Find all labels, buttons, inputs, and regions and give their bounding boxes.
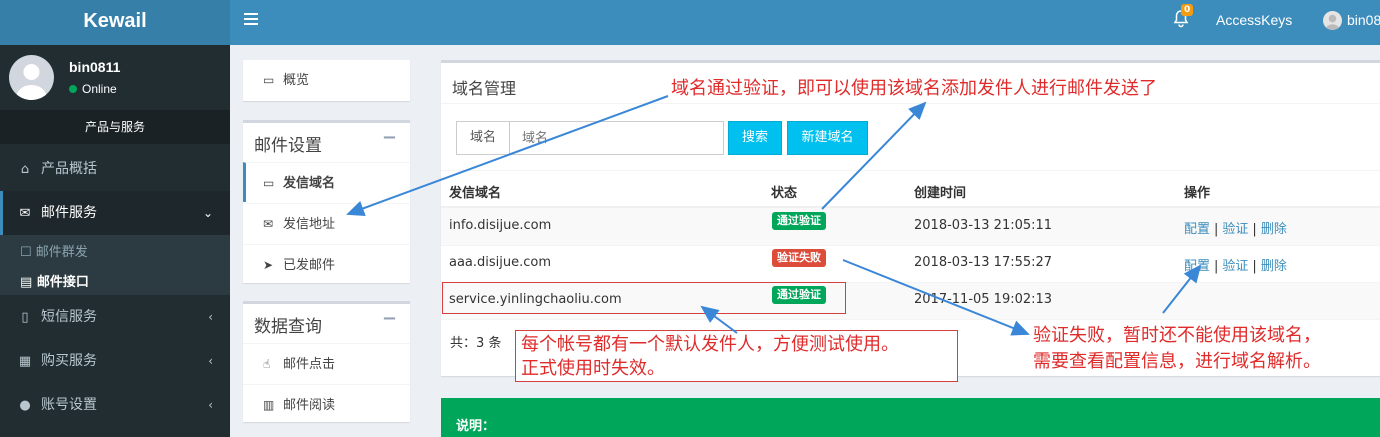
configure-link[interactable]: 配置 (1184, 222, 1210, 237)
envelope-icon: ✉ (263, 217, 274, 231)
column-header-status: 状态 (771, 186, 798, 201)
divider (441, 170, 1380, 171)
sidebar-section-header: 产品与服务 (0, 110, 230, 144)
data-query-title: 数据查询 (254, 317, 322, 337)
delete-link[interactable]: 删除 (1261, 259, 1287, 274)
online-dot-icon (69, 85, 77, 93)
brand-logo[interactable]: Kewail (0, 0, 230, 45)
delete-link[interactable]: 删除 (1261, 222, 1287, 237)
created-cell: 2017-11-05 19:02:13 (914, 292, 1053, 307)
annotation-default-sender-1: 每个帐号都有一个默认发件人，方便测试使用。 (521, 334, 899, 355)
annotation-verified: 域名通过验证，即可以使用该域名添加发件人进行邮件发送了 (671, 78, 1157, 99)
annotation-failed-1: 验证失败，暂时还不能使用该域名， (1033, 325, 1321, 346)
sidebar-subitem-mail-api[interactable]: ▤ 邮件接口 (20, 271, 89, 290)
avatar (9, 55, 54, 100)
sidebar-subitem-bulk-mail[interactable]: ☐ 邮件群发 (20, 241, 88, 260)
search-button[interactable]: 搜索 (728, 121, 782, 155)
column-header-actions: 操作 (1184, 186, 1211, 201)
map-icon: ▥ (263, 398, 275, 412)
sidebar-item-overview[interactable]: ⌂ 产品概括 (0, 147, 230, 191)
actions-cell: 配置 | 验证 | 删除 (1184, 222, 1287, 237)
created-cell: 2018-03-13 21:05:11 (914, 218, 1053, 233)
nav-mail-clicks[interactable]: ☝ 邮件点击 (243, 343, 410, 383)
domain-cell: aaa.disijue.com (449, 255, 552, 270)
nav-overview[interactable]: ▭ 概览 (243, 60, 410, 100)
actions-cell: 配置 | 验证 | 删除 (1184, 259, 1287, 274)
data-query-box: 数据查询 − ☝ 邮件点击 ▥ 邮件阅读 (243, 301, 410, 422)
divider (441, 245, 1380, 246)
mail-settings-title: 邮件设置 (254, 136, 322, 156)
mobile-icon: ▯ (21, 310, 29, 325)
domain-cell: info.disijue.com (449, 218, 552, 233)
top-navbar: 0 AccessKeys bin0811 (230, 0, 1380, 45)
nav-sent-mail[interactable]: ➤ 已发邮件 (243, 244, 410, 284)
envelope-icon: ✉ (19, 206, 31, 221)
status-badge: 通过验证 (772, 212, 826, 230)
chevron-left-icon: ‹ (208, 310, 213, 324)
home-icon: ⌂ (20, 162, 30, 177)
chevron-left-icon: ‹ (208, 398, 213, 412)
note-box: 说明： (441, 398, 1380, 437)
paper-plane-icon: ➤ (263, 258, 274, 272)
pointer-hand-icon: ☝ (263, 357, 271, 371)
nav-sender-address[interactable]: ✉ 发信地址 (243, 203, 410, 243)
collapse-icon[interactable]: − (382, 308, 397, 329)
user-name: bin0811 (69, 59, 121, 75)
total-count: 共：3 条 (450, 336, 502, 351)
sidebar-item-purchase[interactable]: ▦ 购买服务 ‹ (0, 339, 230, 383)
chevron-left-icon: ‹ (208, 354, 213, 368)
note-title: 说明： (456, 419, 496, 434)
annotation-default-sender-2: 正式使用时失效。 (521, 358, 665, 379)
highlight-box (442, 282, 846, 314)
grid-icon: ▦ (18, 354, 32, 369)
domain-search-input[interactable] (509, 121, 724, 155)
sidebar-submenu: ☐ 邮件群发 ▤ 邮件接口 (0, 235, 230, 295)
sidebar-item-mail-service[interactable]: ✉ 邮件服务 ⌄ (0, 191, 230, 235)
square-icon: ☐ (20, 245, 32, 260)
user-avatar-small[interactable] (1323, 11, 1342, 30)
new-domain-button[interactable]: 新建域名 (787, 121, 868, 155)
inbox-icon: ▭ (263, 176, 275, 190)
nav-sender-domain[interactable]: ▭ 发信域名 (243, 162, 410, 202)
menu-toggle-icon[interactable] (244, 13, 258, 27)
divider (441, 319, 1380, 320)
column-header-created: 创建时间 (914, 186, 967, 201)
divider (441, 103, 1380, 104)
column-header-domain: 发信域名 (449, 186, 502, 201)
verify-link[interactable]: 验证 (1222, 259, 1248, 274)
collapse-icon[interactable]: − (382, 127, 397, 148)
user-status: Online (69, 82, 117, 96)
inbox-icon: ▭ (263, 73, 275, 87)
overview-box: ▭ 概览 (243, 60, 410, 101)
list-icon: ▤ (20, 275, 33, 290)
accesskeys-link[interactable]: AccessKeys (1216, 12, 1292, 28)
configure-link[interactable]: 配置 (1184, 259, 1210, 274)
chevron-down-icon: ⌄ (202, 206, 213, 220)
user-icon: ● (19, 398, 31, 413)
created-cell: 2018-03-13 17:55:27 (914, 255, 1053, 270)
nav-mail-reads[interactable]: ▥ 邮件阅读 (243, 384, 410, 424)
top-user-name[interactable]: bin0811 (1347, 12, 1380, 28)
search-label: 域名 (456, 121, 510, 155)
user-panel: bin0811 Online (0, 45, 230, 110)
annotation-failed-2: 需要查看配置信息，进行域名解析。 (1033, 351, 1321, 372)
mail-settings-box: 邮件设置 − ▭ 发信域名 ✉ 发信地址 ➤ 已发邮件 (243, 120, 410, 283)
page-title: 域名管理 (452, 79, 517, 98)
status-badge: 验证失败 (772, 249, 826, 267)
verify-link[interactable]: 验证 (1222, 222, 1248, 237)
sidebar: bin0811 Online 产品与服务 ⌂ 产品概括 ✉ 邮件服务 ⌄ ☐ 邮件群… (0, 45, 230, 437)
notification-badge: 0 (1181, 4, 1194, 16)
sidebar-item-account-settings[interactable]: ● 账号设置 ‹ (0, 383, 230, 427)
sidebar-item-sms-service[interactable]: ▯ 短信服务 ‹ (0, 295, 230, 339)
